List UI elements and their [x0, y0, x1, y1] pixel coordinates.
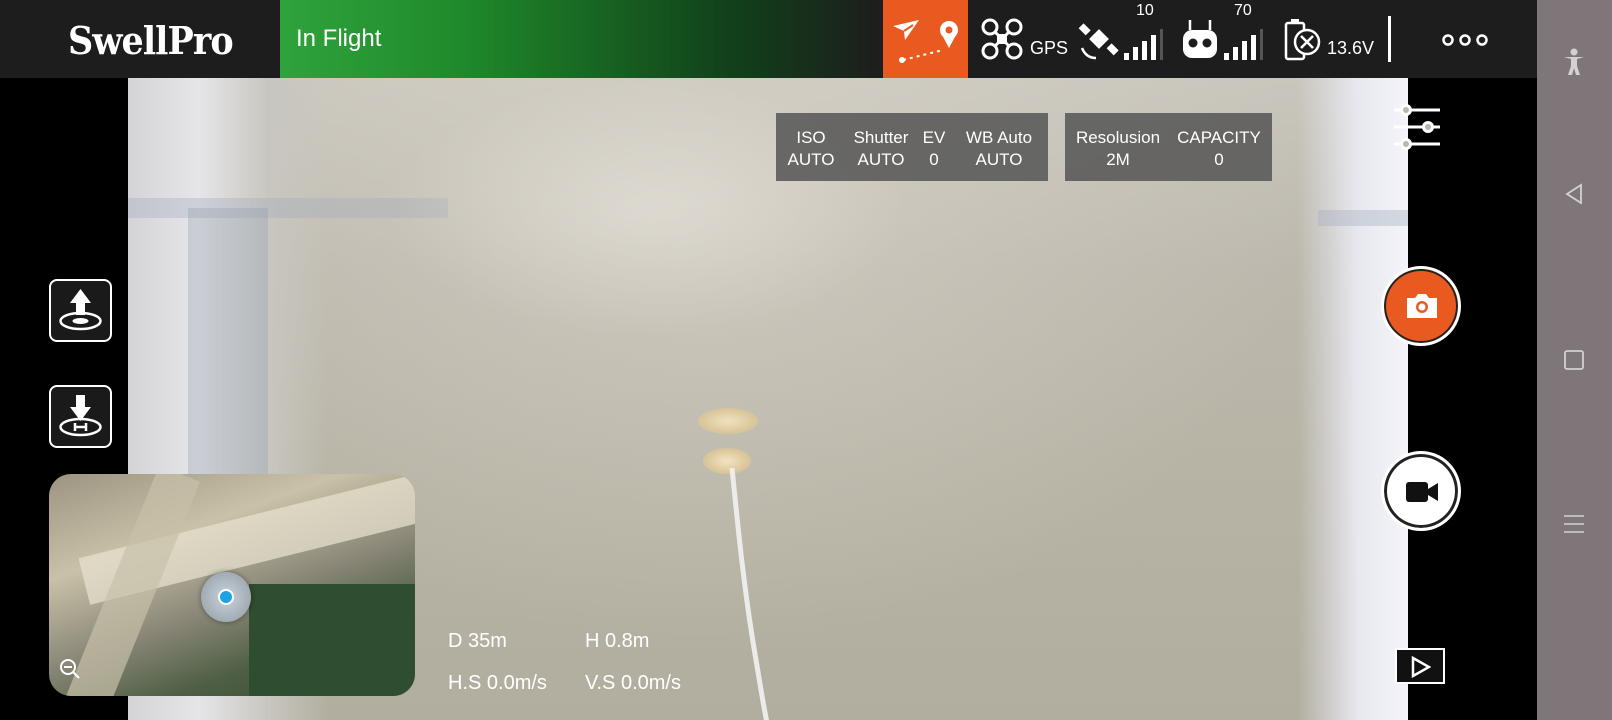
- resolution-value: 2M: [1106, 150, 1130, 169]
- storage-info-panel[interactable]: Resolusion 2M CAPACITY 0: [1065, 113, 1272, 181]
- battery-icon: [1284, 19, 1321, 61]
- ev-setting[interactable]: EV 0: [920, 127, 948, 171]
- wb-setting[interactable]: WB Auto AUTO: [960, 127, 1038, 171]
- ev-label: EV: [922, 128, 946, 147]
- sliders-icon[interactable]: [1392, 104, 1442, 150]
- iso-value: AUTO: [787, 150, 835, 169]
- camera-settings-panel[interactable]: ISO AUTO Shutter AUTO EV 0 WB Auto AUTO: [776, 113, 1048, 181]
- camera-icon: [1407, 294, 1437, 318]
- home-icon[interactable]: [1563, 349, 1585, 371]
- shutter-value: AUTO: [857, 150, 905, 169]
- capacity-label: CAPACITY: [1177, 128, 1261, 147]
- horizontal-speed-readout: H.S 0.0m/s: [448, 672, 547, 694]
- gps-label: GPS: [1030, 38, 1069, 58]
- recents-icon[interactable]: [1563, 513, 1585, 535]
- play-icon: [1411, 656, 1431, 678]
- iso-label: ISO: [796, 128, 826, 147]
- top-bar: SwellPro In Flight GPS 10 70 13.6V: [0, 0, 1537, 78]
- back-icon[interactable]: [1563, 183, 1585, 205]
- zoom-out-icon[interactable]: [59, 658, 81, 680]
- system-nav-bar: [1537, 0, 1612, 720]
- app-logo: SwellPro: [68, 18, 234, 63]
- accessibility-icon[interactable]: [1562, 48, 1586, 76]
- resolution-label: Resolusion: [1075, 128, 1161, 147]
- feed-tether: [729, 468, 769, 720]
- more-dots-icon[interactable]: [1440, 28, 1490, 52]
- take-photo-button[interactable]: [1381, 266, 1461, 346]
- satellite-count: 10: [1136, 2, 1154, 19]
- mission-button[interactable]: [883, 0, 968, 78]
- feed-band-right: [1318, 210, 1408, 226]
- map-water: [249, 584, 415, 696]
- takeoff-button[interactable]: [49, 279, 112, 342]
- wb-label: WB Auto: [965, 128, 1033, 147]
- distance-readout: D 35m: [448, 630, 507, 652]
- ev-value: 0: [929, 150, 939, 169]
- flight-status-label: In Flight: [296, 25, 382, 52]
- height-readout: H 0.8m: [585, 630, 650, 652]
- drone-icon: [981, 18, 1023, 60]
- remote-signal-bars: [1224, 28, 1264, 60]
- capacity-value: 0: [1214, 150, 1224, 169]
- vertical-speed-readout: V.S 0.0m/s: [585, 672, 681, 694]
- shutter-label: Shutter: [853, 128, 909, 147]
- wb-value: AUTO: [975, 150, 1023, 169]
- map-road-band-2: [61, 474, 201, 696]
- record-video-button[interactable]: [1381, 451, 1461, 531]
- capacity-info: CAPACITY 0: [1173, 127, 1265, 171]
- return-home-button[interactable]: [49, 385, 112, 448]
- remote-controller-icon: [1183, 20, 1217, 58]
- resolution-setting[interactable]: Resolusion 2M: [1073, 127, 1163, 171]
- playback-button[interactable]: [1395, 648, 1445, 684]
- battery-voltage: 13.6V: [1327, 38, 1375, 58]
- app-root: SwellPro In Flight GPS 10 70 13.6V ISO A…: [0, 0, 1612, 720]
- shutter-setting[interactable]: Shutter AUTO: [848, 127, 914, 171]
- remote-signal-value: 70: [1234, 2, 1252, 19]
- feed-pillar-right: [1298, 78, 1408, 720]
- satellite-icon: [1078, 23, 1119, 60]
- return-home-icon: [59, 395, 102, 437]
- satellite-signal-bars: [1124, 28, 1164, 60]
- mini-map[interactable]: [49, 474, 415, 696]
- paper-plane-route-icon: [893, 20, 958, 63]
- takeoff-icon: [59, 289, 102, 331]
- iso-setting[interactable]: ISO AUTO: [782, 127, 840, 171]
- topbar-divider: [1388, 16, 1391, 62]
- flight-status-banner[interactable]: In Flight: [280, 0, 883, 78]
- drone-location-marker: [201, 572, 251, 622]
- video-camera-icon: [1406, 482, 1438, 502]
